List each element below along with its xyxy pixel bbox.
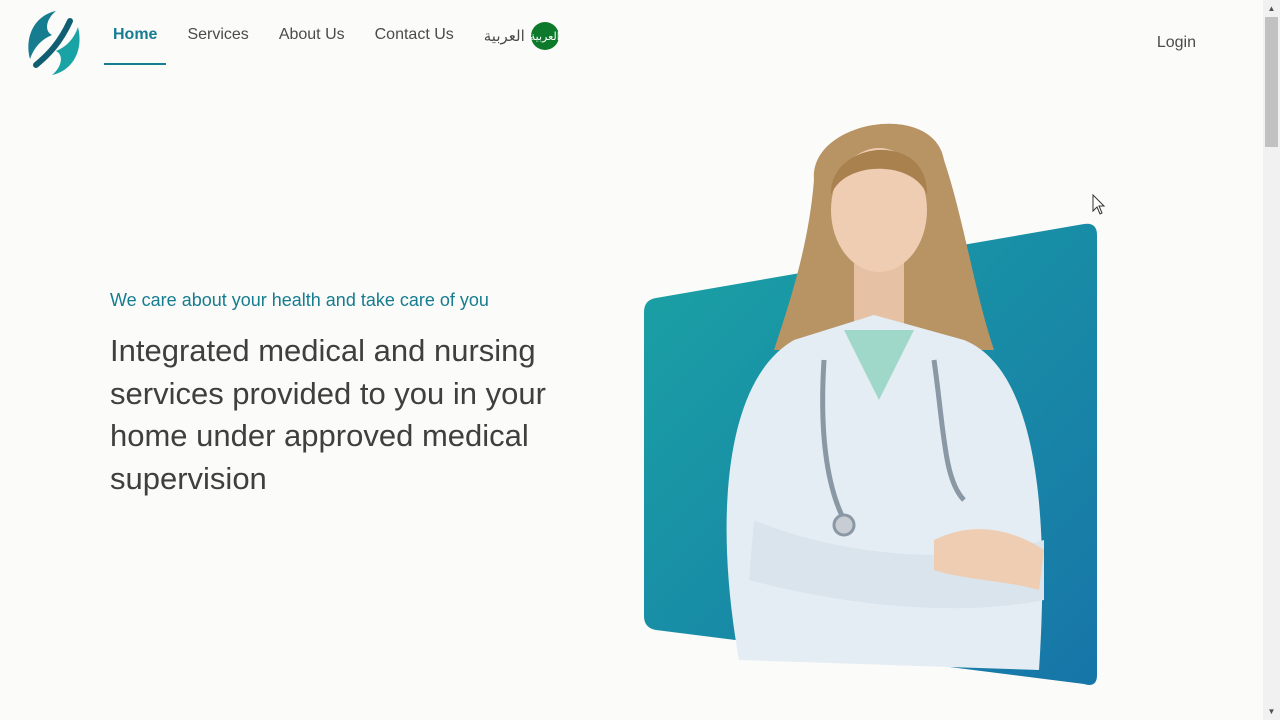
nav-home[interactable]: Home [104, 18, 167, 65]
page-scrollbar[interactable]: ▲ ▼ [1263, 0, 1280, 720]
scroll-up-icon[interactable]: ▲ [1263, 0, 1280, 17]
brand-logo-icon[interactable] [22, 7, 86, 79]
hero-doctor-image [644, 123, 1097, 685]
language-badge-icon: العربية [530, 22, 560, 50]
language-label: العربية [483, 27, 525, 45]
scroll-thumb[interactable] [1265, 17, 1278, 147]
scroll-down-icon[interactable]: ▼ [1263, 703, 1280, 720]
nav-services[interactable]: Services [187, 18, 248, 52]
login-link[interactable]: Login [1157, 34, 1196, 52]
hero-headline: Integrated medical and nursing services … [110, 333, 546, 496]
hero-tagline: We care about your health and take care … [110, 290, 489, 310]
mouse-cursor-icon [1092, 194, 1106, 215]
language-switcher[interactable]: العربية العربية [483, 22, 560, 50]
main-nav: Home Services About Us Contact Us العربي… [104, 0, 560, 70]
nav-contact-us[interactable]: Contact Us [375, 18, 454, 52]
nav-about-us[interactable]: About Us [279, 18, 345, 52]
